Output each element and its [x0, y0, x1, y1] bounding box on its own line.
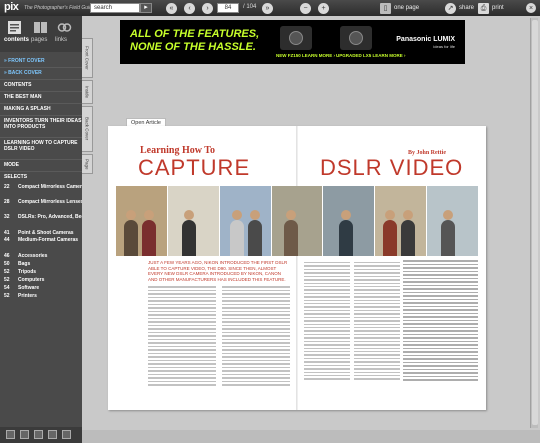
list-item[interactable]: 46 Accessories	[0, 252, 82, 260]
share-button[interactable]: share	[459, 5, 474, 11]
app-subtitle: The Photographer's Field Guide	[24, 5, 95, 11]
share-icon[interactable]: ↗	[445, 3, 456, 14]
print-button[interactable]: print	[492, 5, 504, 11]
list-item[interactable]: 54 Software	[0, 284, 82, 292]
article-title-right: DSLR VIDEO	[320, 155, 464, 180]
nav-inventors[interactable]: INVENTORS TURN THEIR IDEAS INTO PRODUCTS	[0, 116, 82, 138]
list-item[interactable]: 52 Tripods	[0, 268, 82, 276]
top-toolbar: pix The Photographer's Field Guide searc…	[0, 0, 540, 16]
text-column	[148, 286, 216, 404]
sidebar-footer	[0, 427, 82, 443]
magazine-spread: Learning How To CAPTURE DSLR VIDEO By Jo…	[108, 126, 486, 410]
page-number-input[interactable]: 84	[217, 3, 239, 13]
vtab-inside[interactable]: Inside	[82, 80, 93, 104]
scrollbar-thumb[interactable]	[532, 20, 538, 425]
article-photo	[167, 186, 219, 256]
list-item[interactable]: 32DSLRs: Pro, Advanced, Beginner	[0, 214, 82, 229]
nav-mode[interactable]: MODE	[0, 160, 82, 172]
article-photo	[323, 186, 375, 256]
nav-contents[interactable]: CONTENTS	[0, 80, 82, 92]
article-photo	[219, 186, 271, 256]
app-logo: pix	[4, 1, 19, 13]
bottom-bar	[82, 430, 540, 443]
sidebar: contents pages links » FRONT COVER » BAC…	[0, 16, 82, 443]
ad-cam1-label[interactable]: NEW FZ150 LEARN MORE ›	[276, 53, 335, 58]
previous-page-icon[interactable]: ‹	[184, 3, 195, 14]
list-item[interactable]: 52 Printers	[0, 292, 82, 300]
list-item[interactable]: 28 Compact Mirrorless Lenses	[0, 199, 82, 214]
page-total: / 104	[243, 4, 257, 10]
tab-contents[interactable]: contents	[4, 37, 29, 43]
list-item[interactable]: 22 Compact Mirrorless Cameras	[0, 184, 82, 199]
article-photo	[271, 186, 323, 256]
article-photo	[427, 186, 479, 256]
list-view-icon[interactable]	[20, 430, 29, 439]
article-photo	[116, 186, 167, 256]
ad-headline: ALL OF THE FEATURES, NONE OF THE HASSLE.	[130, 28, 260, 53]
one-page-icon[interactable]: ▯	[380, 3, 391, 14]
search-go-button[interactable]: ▸	[140, 3, 152, 13]
text-column	[304, 262, 350, 380]
nav-the-best-man[interactable]: THE BEST MAN	[0, 92, 82, 104]
article-title-left: CAPTURE	[138, 155, 251, 180]
ad-cam2-label[interactable]: UPGRADED LX5 LEARN MORE ›	[336, 53, 406, 58]
zoom-out-icon[interactable]: −	[300, 3, 311, 14]
text-column	[222, 286, 290, 404]
contents-list: » FRONT COVER » BACK COVER CONTENTS THE …	[0, 56, 82, 300]
print-icon[interactable]: ⎙	[478, 3, 489, 14]
vtab-front-cover[interactable]: Front Cover	[82, 38, 93, 78]
list-item[interactable]: 52 Computers	[0, 276, 82, 284]
one-page-button[interactable]: one page	[394, 5, 419, 11]
pages-tab-icon	[34, 22, 47, 33]
vtab-page[interactable]: Page	[82, 154, 93, 174]
nav-selects[interactable]: SELECTS	[0, 172, 82, 184]
first-page-icon[interactable]: «	[166, 3, 177, 14]
sidebar-tabbar: contents pages links	[0, 16, 82, 52]
nav-making-a-splash[interactable]: MAKING A SPLASH	[0, 104, 82, 116]
search-input[interactable]: search	[90, 3, 140, 13]
text-column	[403, 260, 478, 381]
list-item[interactable]: 50 Bags	[0, 260, 82, 268]
photo-strip	[116, 186, 479, 256]
nav-front-cover[interactable]: » FRONT COVER	[0, 56, 82, 68]
zoom-in-icon[interactable]: +	[318, 3, 329, 14]
tab-pages[interactable]: pages	[31, 37, 47, 43]
vertical-tabs: Front Cover Inside Back Cover Page	[82, 38, 94, 176]
next-page-icon[interactable]: ›	[202, 3, 213, 14]
camera-image	[340, 26, 372, 50]
text-column	[354, 262, 400, 380]
close-icon[interactable]: ×	[526, 3, 536, 13]
banner-ad[interactable]: ALL OF THE FEATURES, NONE OF THE HASSLE.…	[120, 20, 465, 64]
nav-dslr-video[interactable]: LEARNING HOW TO CAPTURE DSLR VIDEO	[0, 138, 82, 160]
page-fold	[296, 126, 298, 410]
article-byline: By John Rettie	[408, 150, 446, 156]
fullscreen-icon[interactable]	[48, 430, 57, 439]
vertical-scrollbar[interactable]	[530, 18, 538, 428]
links-tab-icon	[57, 23, 72, 32]
list-item[interactable]: 41 Point & Shoot Cameras	[0, 229, 82, 237]
ad-brand-tagline: ideas for life	[433, 44, 455, 49]
help-icon[interactable]	[62, 430, 71, 439]
ad-brand: Panasonic LUMIX	[396, 36, 455, 43]
camera-image	[280, 26, 312, 50]
last-page-icon[interactable]: »	[262, 3, 273, 14]
article-lead: Just a few years ago, Nikon introduced t…	[148, 260, 288, 282]
thumbnail-view-icon[interactable]	[6, 430, 15, 439]
contents-tab-icon	[8, 21, 21, 34]
tab-links[interactable]: links	[55, 37, 67, 43]
bookmark-icon[interactable]	[34, 430, 43, 439]
list-item[interactable]: 44 Medium-Format Cameras	[0, 237, 82, 252]
vtab-back-cover[interactable]: Back Cover	[82, 106, 93, 152]
nav-back-cover[interactable]: » BACK COVER	[0, 68, 82, 80]
article-photo	[375, 186, 427, 256]
